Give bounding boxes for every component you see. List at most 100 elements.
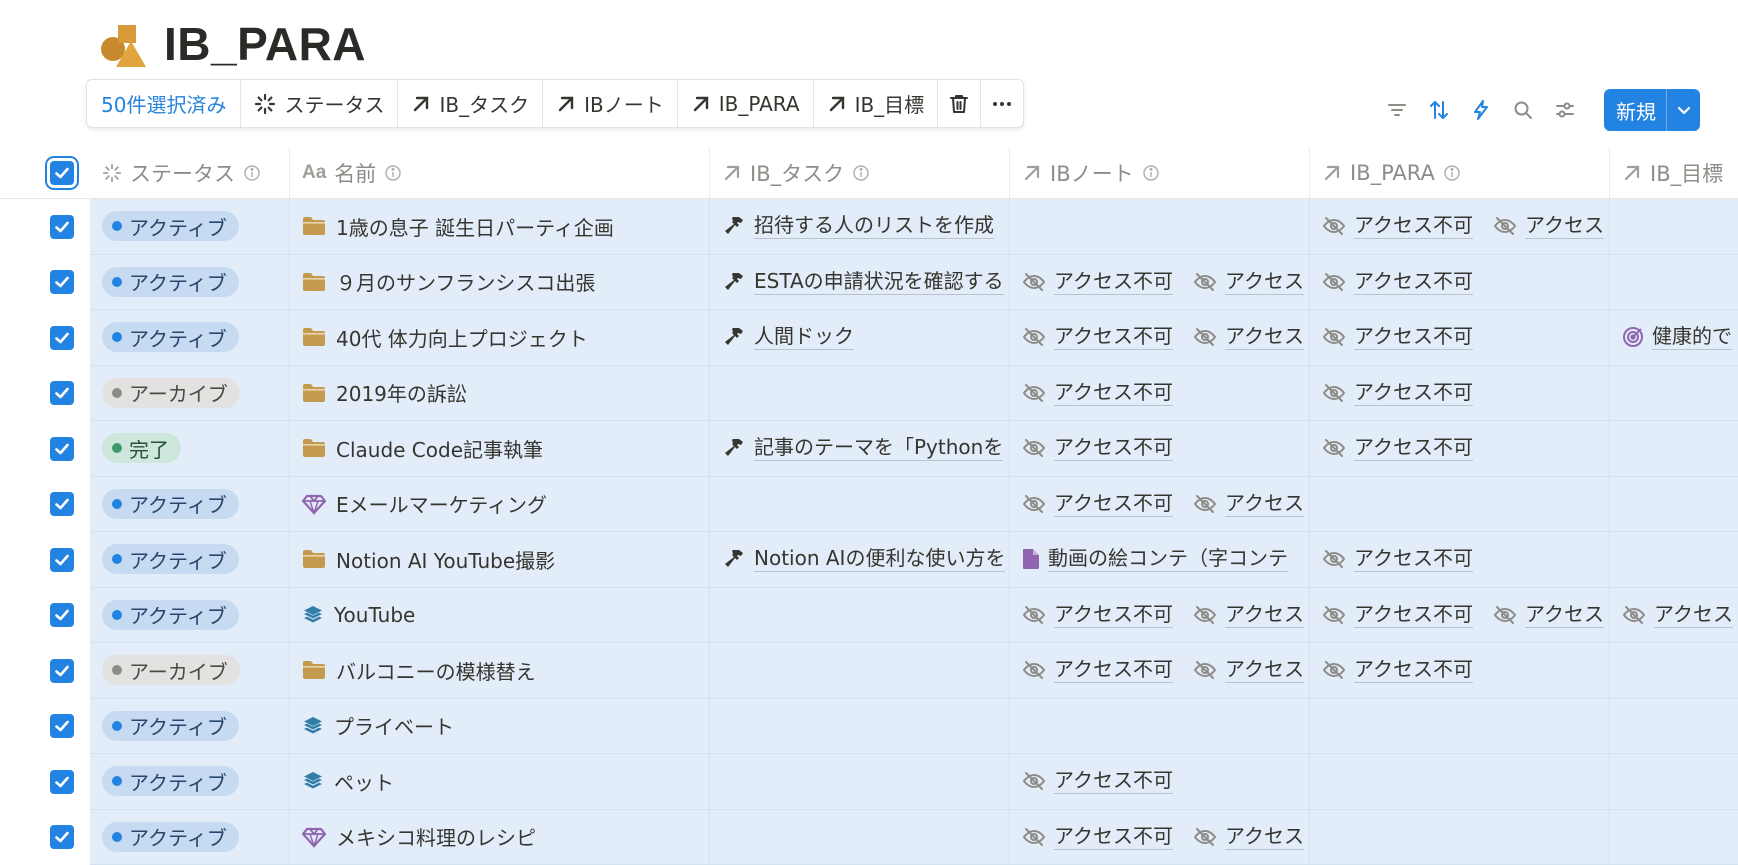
name-cell[interactable]: ペット [290, 754, 710, 810]
page-name[interactable]: 1歳の息子 誕生日パーティ企画 [336, 212, 614, 241]
table-row[interactable]: アクティブ Eメールマーケティング アクセス不可アクセス [0, 477, 1738, 533]
status-cell[interactable]: アクティブ [90, 255, 290, 311]
table-row[interactable]: アクティブ９月のサンフランシスコ出張ESTAの申請状況を確認するアクセス不可アク… [0, 255, 1738, 311]
relation-chip[interactable]: 記事のテーマを「Pythonを [724, 435, 1003, 461]
relation-chip[interactable]: アクセス不可 [1022, 768, 1173, 794]
task-cell[interactable] [710, 477, 1010, 533]
table-row[interactable]: アクティブYouTubeアクセス不可アクセスアクセス不可アクセスアクセス [0, 588, 1738, 644]
page-name[interactable]: メキシコ料理のレシピ [336, 822, 536, 851]
task-cell[interactable] [710, 643, 1010, 699]
status-cell[interactable]: アクティブ [90, 310, 290, 366]
relation-chip[interactable]: アクセス不可 [1022, 657, 1173, 683]
relation-chip[interactable]: アクセス不可 [1022, 602, 1173, 628]
row-checkbox[interactable] [50, 659, 74, 683]
note-cell[interactable]: 動画の絵コンテ（字コンテ [1010, 532, 1310, 588]
page-title[interactable]: IB_PARA [164, 17, 366, 71]
note-cell[interactable] [1010, 699, 1310, 755]
relation-chip[interactable]: アクセス [1193, 491, 1304, 517]
bulk-goal-button[interactable]: IB_目標 [814, 80, 939, 127]
goal-cell[interactable] [1610, 366, 1738, 422]
info-icon[interactable] [384, 164, 402, 182]
select-all-checkbox[interactable] [50, 161, 74, 185]
new-button[interactable]: 新規 [1604, 89, 1700, 131]
column-header-note[interactable]: IBノート [1010, 147, 1310, 198]
goal-cell[interactable]: アクセス [1610, 588, 1738, 644]
name-cell[interactable]: Eメールマーケティング [290, 477, 710, 533]
automation-icon[interactable] [1470, 99, 1492, 121]
relation-chip[interactable]: アクセス [1193, 324, 1304, 350]
relation-chip[interactable]: アクセス [1493, 602, 1604, 628]
goal-cell[interactable] [1610, 643, 1738, 699]
para-cell[interactable]: アクセス不可 [1310, 310, 1610, 366]
info-icon[interactable] [1142, 164, 1160, 182]
goal-cell[interactable] [1610, 754, 1738, 810]
para-cell[interactable]: アクセス不可 [1310, 255, 1610, 311]
status-cell[interactable]: アーカイブ [90, 366, 290, 422]
table-row[interactable]: 完了Claude Code記事執筆記事のテーマを「Pythonをアクセス不可アク… [0, 421, 1738, 477]
search-icon[interactable] [1512, 99, 1534, 121]
name-cell[interactable]: Notion AI YouTube撮影 [290, 532, 710, 588]
info-icon[interactable] [852, 164, 870, 182]
table-row[interactable]: アクティブ 1歳の息子 誕生日パーティ企画 招待する人のリストを作成 アクセス不可アク… [0, 199, 1738, 255]
table-row[interactable]: アクティブNotion AI YouTube撮影Notion AIの便利な使い方… [0, 532, 1738, 588]
relation-chip[interactable]: 招待する人のリストを作成 [724, 213, 994, 239]
new-button-label[interactable]: 新規 [1604, 89, 1666, 131]
goal-cell[interactable]: 健康的で [1610, 310, 1738, 366]
column-header-goal[interactable]: IB_目標 [1610, 147, 1738, 198]
para-cell[interactable]: アクセス不可アクセス [1310, 588, 1610, 644]
row-checkbox[interactable] [50, 492, 74, 516]
relation-chip[interactable]: アクセス不可 [1322, 546, 1473, 572]
relation-chip[interactable]: アクセス不可 [1022, 269, 1173, 295]
para-cell[interactable]: アクセス不可 [1310, 532, 1610, 588]
page-name[interactable]: Notion AI YouTube撮影 [336, 545, 555, 574]
goal-cell[interactable] [1610, 477, 1738, 533]
para-cell[interactable]: アクセス不可アクセス [1310, 199, 1610, 255]
note-cell[interactable]: アクセス不可アクセス [1010, 477, 1310, 533]
name-cell[interactable]: 1歳の息子 誕生日パーティ企画 [290, 199, 710, 255]
table-row[interactable]: アクティブプライベート [0, 699, 1738, 755]
relation-chip[interactable]: アクセス不可 [1022, 824, 1173, 850]
name-cell[interactable]: バルコニーの模様替え [290, 643, 710, 699]
name-cell[interactable]: 2019年の訴訟 [290, 366, 710, 422]
goal-cell[interactable] [1610, 421, 1738, 477]
filter-icon[interactable] [1386, 99, 1408, 121]
relation-chip[interactable]: アクセス不可 [1022, 380, 1173, 406]
info-icon[interactable] [243, 164, 261, 182]
task-cell[interactable]: 招待する人のリストを作成 [710, 199, 1010, 255]
bulk-note-button[interactable]: IBノート [543, 80, 678, 127]
para-cell[interactable]: アクセス不可 [1310, 366, 1610, 422]
status-cell[interactable]: アクティブ [90, 754, 290, 810]
task-cell[interactable] [710, 588, 1010, 644]
row-checkbox[interactable] [50, 381, 74, 405]
para-cell[interactable] [1310, 699, 1610, 755]
page-name[interactable]: Claude Code記事執筆 [336, 434, 543, 463]
status-cell[interactable]: アクティブ [90, 477, 290, 533]
relation-chip[interactable]: アクセス [1193, 602, 1304, 628]
relation-chip[interactable]: アクセス不可 [1322, 657, 1473, 683]
status-cell[interactable]: アクティブ [90, 199, 290, 255]
row-checkbox[interactable] [50, 770, 74, 794]
relation-chip[interactable]: Notion AIの便利な使い方を [724, 546, 1005, 572]
page-name[interactable]: Eメールマーケティング [336, 489, 547, 518]
table-row[interactable]: アーカイブバルコニーの模様替え アクセス不可アクセスアクセス不可 [0, 643, 1738, 699]
para-cell[interactable]: アクセス不可 [1310, 421, 1610, 477]
task-cell[interactable]: 人間ドック [710, 310, 1010, 366]
status-cell[interactable]: アーカイブ [90, 643, 290, 699]
sort-icon[interactable] [1428, 99, 1450, 121]
status-cell[interactable]: 完了 [90, 421, 290, 477]
note-cell[interactable]: アクセス不可アクセス [1010, 643, 1310, 699]
note-cell[interactable]: アクセス不可 [1010, 421, 1310, 477]
column-header-task[interactable]: IB_タスク [710, 147, 1010, 198]
name-cell[interactable]: YouTube [290, 588, 710, 644]
table-row[interactable]: アクティブ40代 体力向上プロジェクト人間ドックアクセス不可アクセスアクセス不可… [0, 310, 1738, 366]
note-cell[interactable]: アクセス不可 [1010, 754, 1310, 810]
chevron-down-icon[interactable] [1666, 89, 1700, 131]
goal-cell[interactable] [1610, 532, 1738, 588]
row-checkbox[interactable] [50, 603, 74, 627]
relation-chip[interactable]: アクセス不可 [1022, 491, 1173, 517]
page-name[interactable]: 40代 体力向上プロジェクト [336, 323, 588, 352]
note-cell[interactable] [1010, 199, 1310, 255]
relation-chip[interactable]: アクセス不可 [1322, 380, 1473, 406]
column-header-para[interactable]: IB_PARA [1310, 147, 1610, 198]
shapes-icon[interactable] [98, 19, 148, 69]
